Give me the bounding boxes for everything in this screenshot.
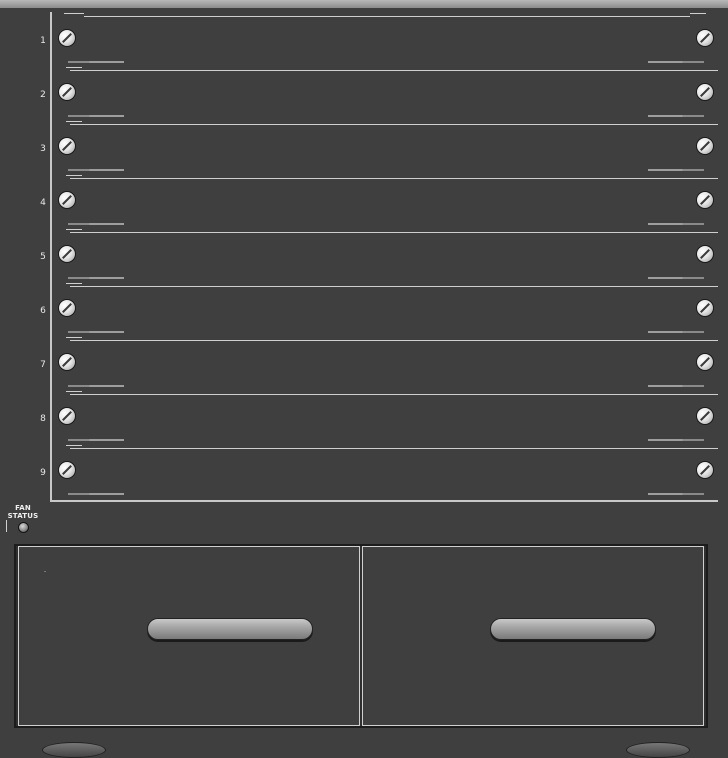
right-thumbscrew-icon[interactable] [696,461,714,479]
ejector-right [648,223,704,225]
left-thumbscrew-icon[interactable] [58,461,76,479]
right-thumbscrew-icon[interactable] [696,245,714,263]
power-supply-1[interactable] [18,546,360,726]
ejector-right [648,331,704,333]
empty-slot-8[interactable] [52,390,718,449]
ejector-left [68,493,124,495]
slot-number: 6 [40,306,46,316]
power-supply-2[interactable] [362,546,704,726]
slot-number: 7 [40,360,46,370]
empty-slot-3[interactable] [52,120,718,179]
slot-number: 9 [40,468,46,478]
ejector-left [68,385,124,387]
ejector-right [648,385,704,387]
right-thumbscrew-icon[interactable] [696,191,714,209]
left-thumbscrew-icon[interactable] [58,191,76,209]
empty-slot-5[interactable] [52,228,718,287]
ejector-right [648,115,704,117]
empty-slot-7[interactable] [52,336,718,395]
ejector-left [68,277,124,279]
fan-status-label-line1: FAN [15,504,31,512]
ejector-right [648,439,704,441]
left-thumbscrew-icon[interactable] [58,353,76,371]
fan-status-led-icon [17,522,29,533]
ejector-right [648,169,704,171]
slot-number: 3 [40,144,46,154]
ejector-right [648,277,704,279]
ejector-right [648,61,704,63]
empty-slot-1[interactable] [52,12,718,71]
slot-rail [690,13,706,14]
left-thumbscrew-icon[interactable] [58,83,76,101]
ejector-left [68,223,124,225]
ejector-left [68,115,124,117]
empty-slot-9[interactable] [52,444,718,498]
slot-number: 1 [40,36,46,46]
right-thumbscrew-icon[interactable] [696,137,714,155]
left-thumbscrew-icon[interactable] [58,299,76,317]
psu-1-handle[interactable] [147,618,313,640]
ejector-right [648,493,704,495]
slot-number: 4 [40,198,46,208]
right-thumbscrew-icon[interactable] [696,83,714,101]
left-thumbscrew-icon[interactable] [58,245,76,263]
psu-marker [44,571,46,572]
fan-status-indicator: FAN STATUS [4,504,42,533]
fan-status-tick [6,520,7,532]
ejector-left [68,61,124,63]
ejector-left [68,331,124,333]
slot-rail [64,13,84,14]
chassis-foot-left [42,742,106,758]
right-thumbscrew-icon[interactable] [696,407,714,425]
left-thumbscrew-icon[interactable] [58,137,76,155]
empty-slot-6[interactable] [52,282,718,341]
left-thumbscrew-icon[interactable] [58,29,76,47]
slot-number: 5 [40,252,46,262]
left-thumbscrew-icon[interactable] [58,407,76,425]
slot-number: 2 [40,90,46,100]
chassis-top-rail [0,0,728,8]
empty-slot-4[interactable] [52,174,718,233]
right-thumbscrew-icon[interactable] [696,29,714,47]
ejector-left [68,169,124,171]
slot-number: 8 [40,414,46,424]
fan-status-label-line2: STATUS [7,512,39,520]
right-thumbscrew-icon[interactable] [696,353,714,371]
empty-slot-2[interactable] [52,66,718,125]
right-thumbscrew-icon[interactable] [696,299,714,317]
chassis-foot-right [626,742,690,758]
slot-rail [84,16,690,17]
ejector-left [68,439,124,441]
psu-2-handle[interactable] [490,618,656,640]
